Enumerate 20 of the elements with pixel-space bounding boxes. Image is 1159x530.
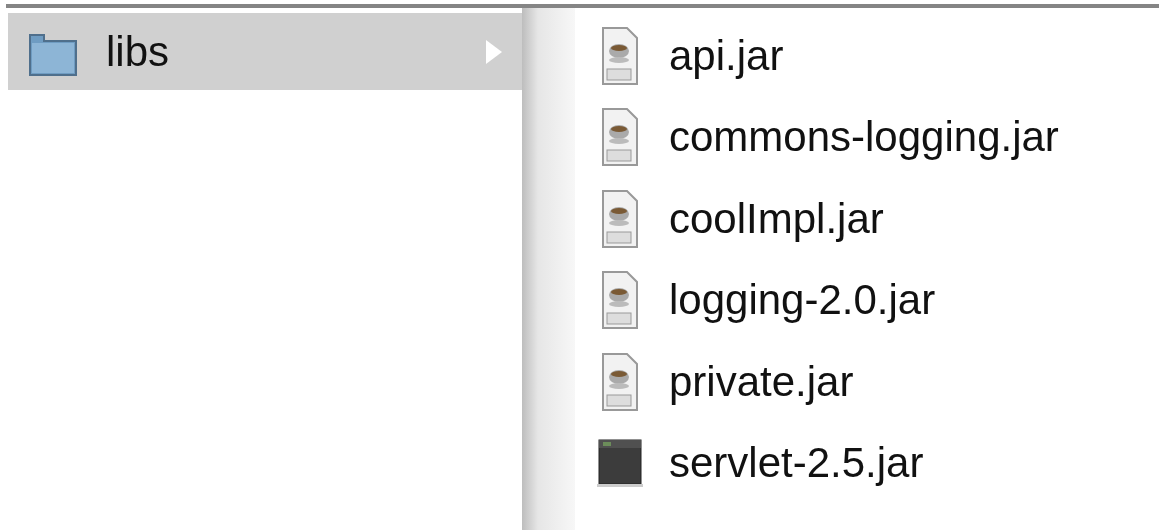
file-row[interactable]: logging-2.0.jar — [575, 259, 1159, 341]
file-row[interactable]: coolImpl.jar — [575, 178, 1159, 260]
folder-row[interactable]: libs — [8, 13, 522, 90]
file-row[interactable]: private.jar — [575, 341, 1159, 423]
file-name: libs — [106, 27, 171, 76]
jar-file-icon — [601, 108, 639, 167]
file-name: logging-2.0.jar — [669, 276, 937, 325]
file-name: coolImpl.jar — [669, 194, 885, 243]
file-name: servlet-2.5.jar — [669, 439, 925, 488]
file-name: api.jar — [669, 31, 785, 80]
jar-file-icon — [601, 189, 639, 248]
file-row[interactable]: commons-logging.jar — [575, 96, 1159, 178]
jar-file-icon — [601, 271, 639, 330]
file-row[interactable]: api.jar — [575, 15, 1159, 97]
terminal-icon — [597, 438, 643, 489]
file-name: commons-logging.jar — [669, 113, 1060, 162]
file-name: private.jar — [669, 357, 855, 406]
jar-file-icon — [601, 352, 639, 411]
jar-file-icon — [601, 26, 639, 85]
file-row[interactable]: servlet-2.5.jar — [575, 422, 1159, 504]
